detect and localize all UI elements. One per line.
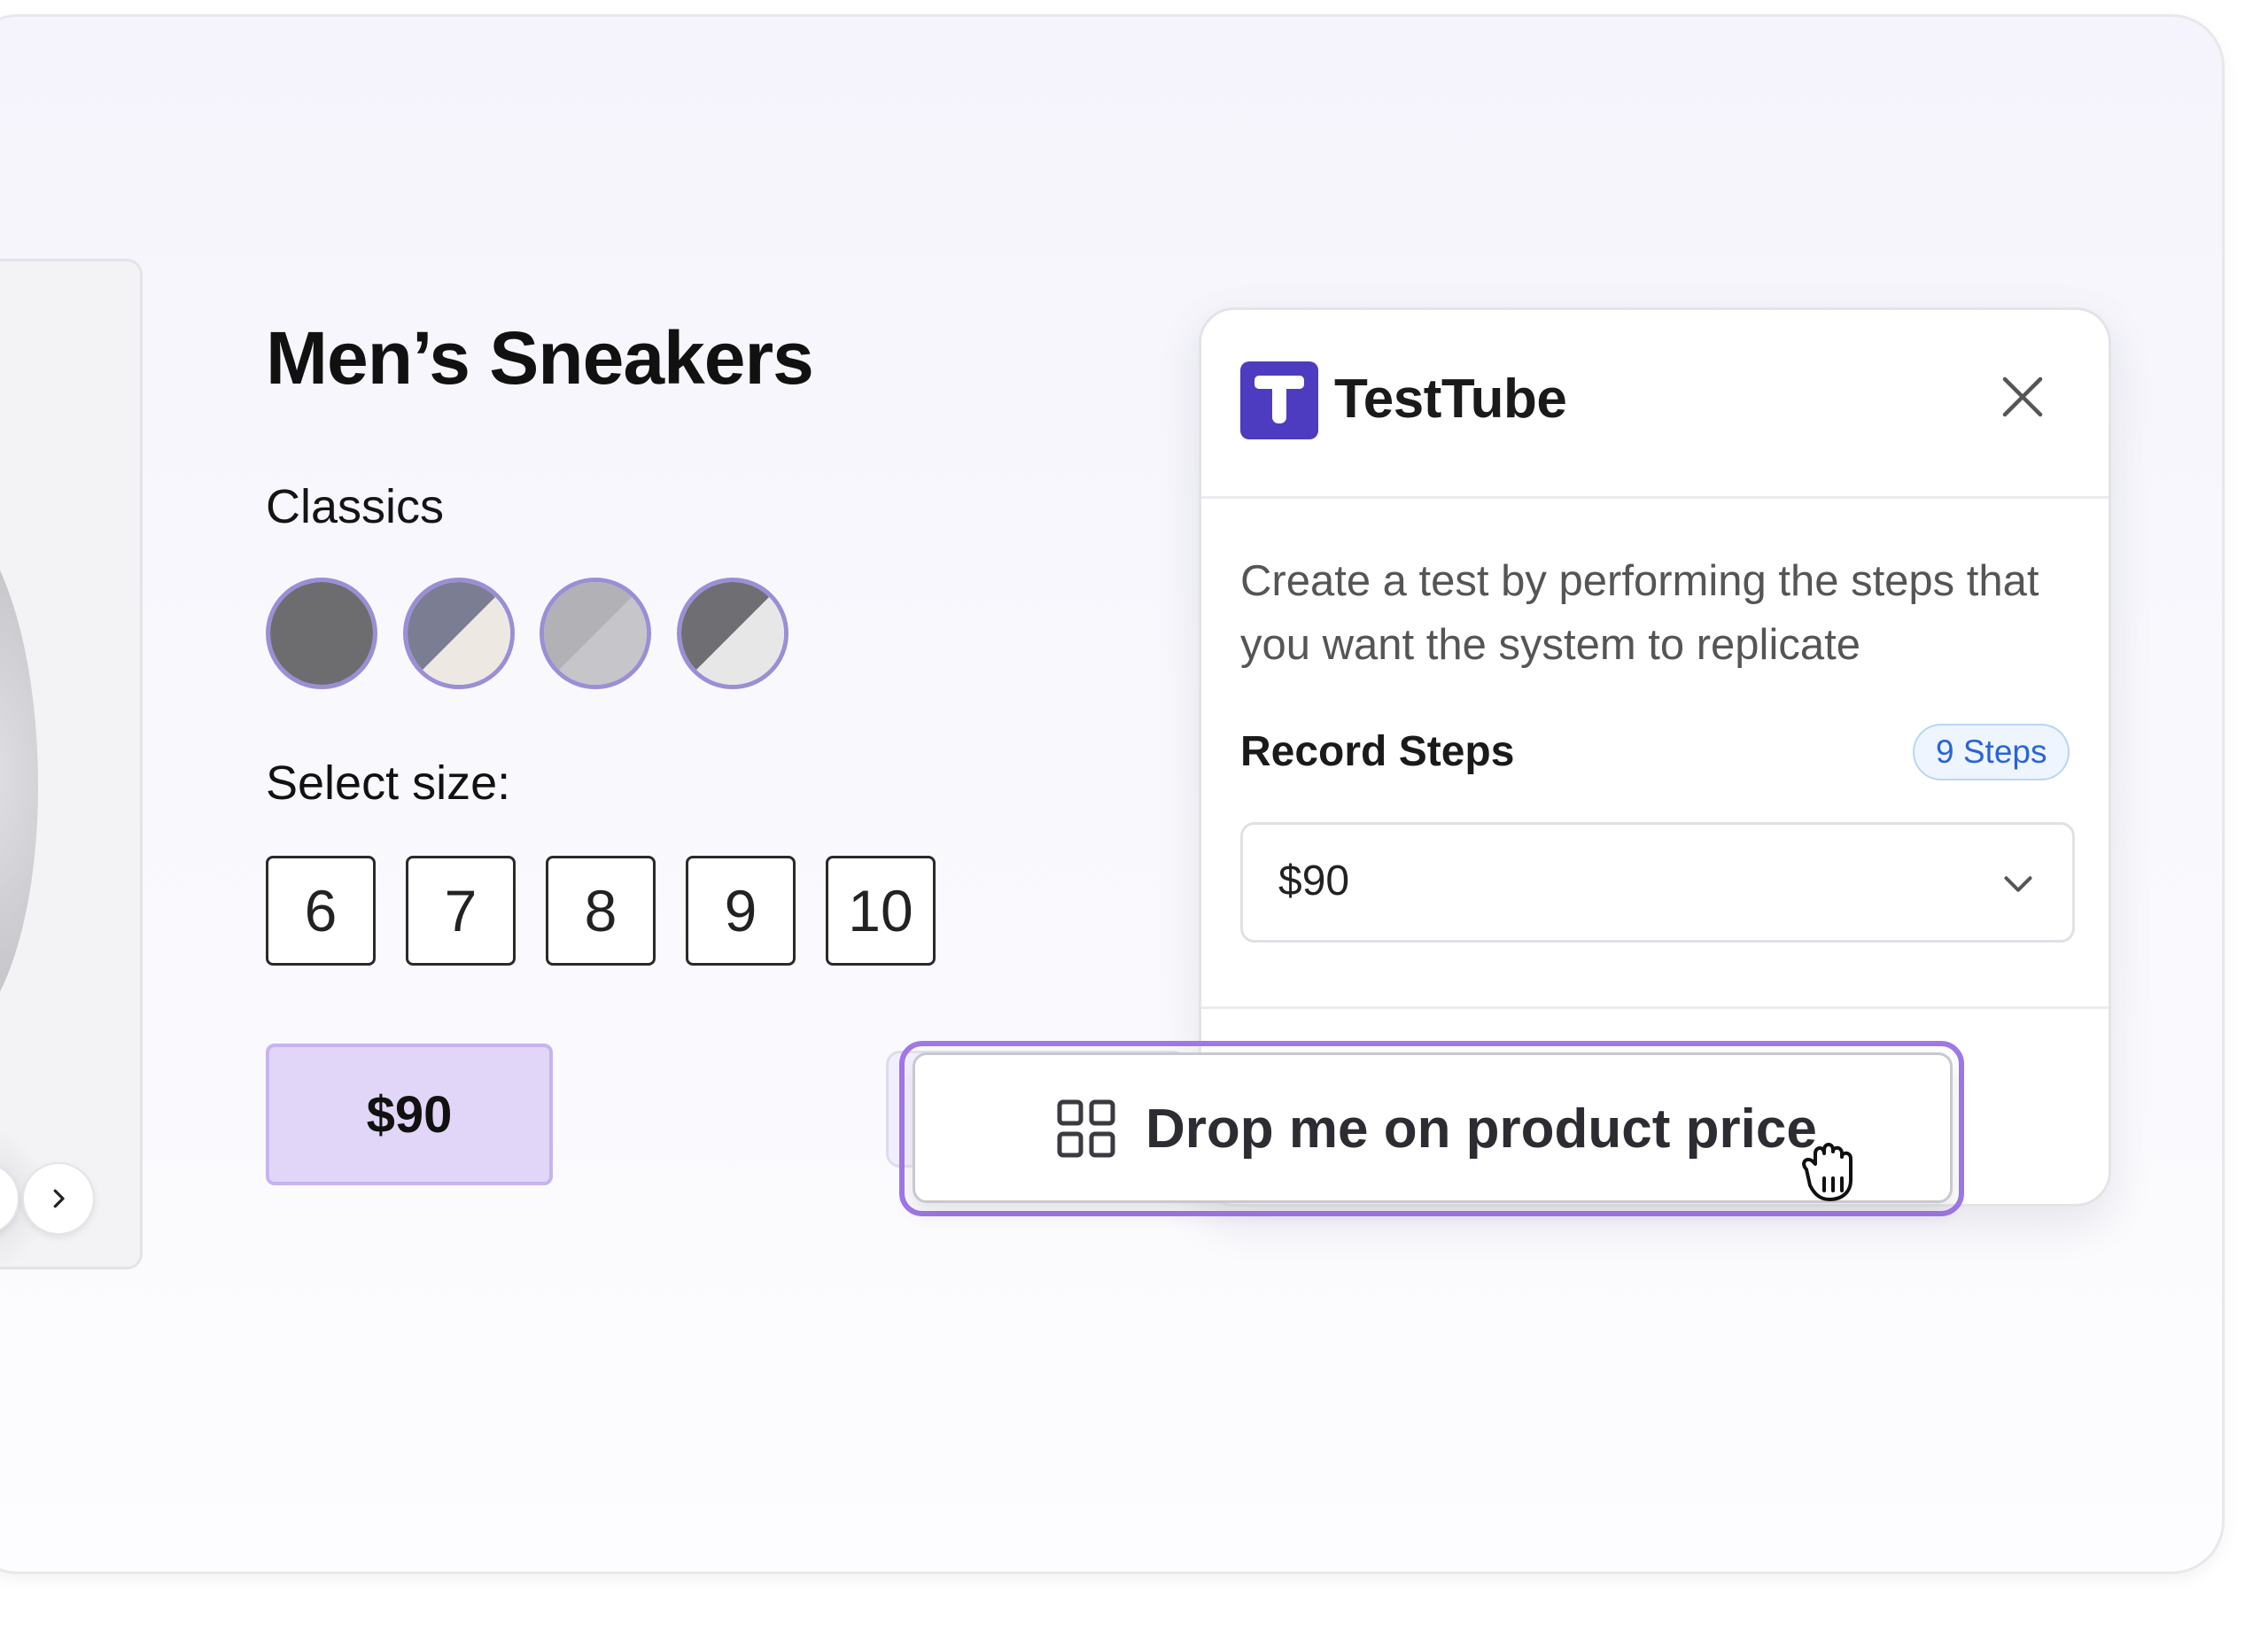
product-price-button[interactable]: $90 <box>266 1044 553 1185</box>
step-select-value: $90 <box>1278 858 1350 904</box>
size-option-7[interactable]: 7 <box>406 856 516 966</box>
product-image-gallery <box>0 259 143 1269</box>
collection-label: Classics <box>266 480 445 533</box>
record-steps-label: Record Steps <box>1240 728 1515 775</box>
swatch-fill <box>681 582 784 685</box>
grid-icon <box>1057 1099 1115 1158</box>
size-option-9[interactable]: 9 <box>686 856 796 966</box>
close-button[interactable] <box>1996 370 2049 423</box>
color-swatch-light-grey[interactable] <box>540 578 651 689</box>
size-option-10[interactable]: 10 <box>826 856 936 966</box>
gallery-next-button[interactable] <box>22 1162 95 1235</box>
steps-count-badge: 9 Steps <box>1913 724 2070 780</box>
drag-item-label: Drop me on product price <box>1146 1098 1817 1160</box>
color-swatch-charcoal-white[interactable] <box>677 578 788 689</box>
color-swatch-dark-grey[interactable] <box>266 578 377 689</box>
logo-glyph <box>1254 376 1304 423</box>
grab-cursor-icon <box>1802 1143 1852 1201</box>
chevron-right-icon <box>53 1189 65 1208</box>
testtube-logo <box>1240 361 1318 439</box>
chevron-down-icon <box>2004 876 2032 892</box>
panel-description: Create a test by performing the steps th… <box>1240 557 2039 669</box>
panel-header: TestTube <box>1201 310 2109 499</box>
panel-footer-divider <box>1201 1006 2109 1009</box>
close-icon <box>2002 376 2043 417</box>
size-option-8[interactable]: 8 <box>546 856 656 966</box>
color-swatch-slate-cream[interactable] <box>403 578 515 689</box>
select-size-label: Select size: <box>266 757 511 810</box>
size-option-6[interactable]: 6 <box>266 856 376 966</box>
brand-name: TestTube <box>1334 369 1567 430</box>
sneaker-image <box>0 509 38 1041</box>
swatch-fill <box>408 582 510 685</box>
swatch-fill <box>544 582 647 685</box>
swatch-fill <box>270 582 373 685</box>
step-select[interactable]: $90 <box>1240 822 2075 943</box>
product-title: Men’s Sneakers <box>266 316 814 400</box>
